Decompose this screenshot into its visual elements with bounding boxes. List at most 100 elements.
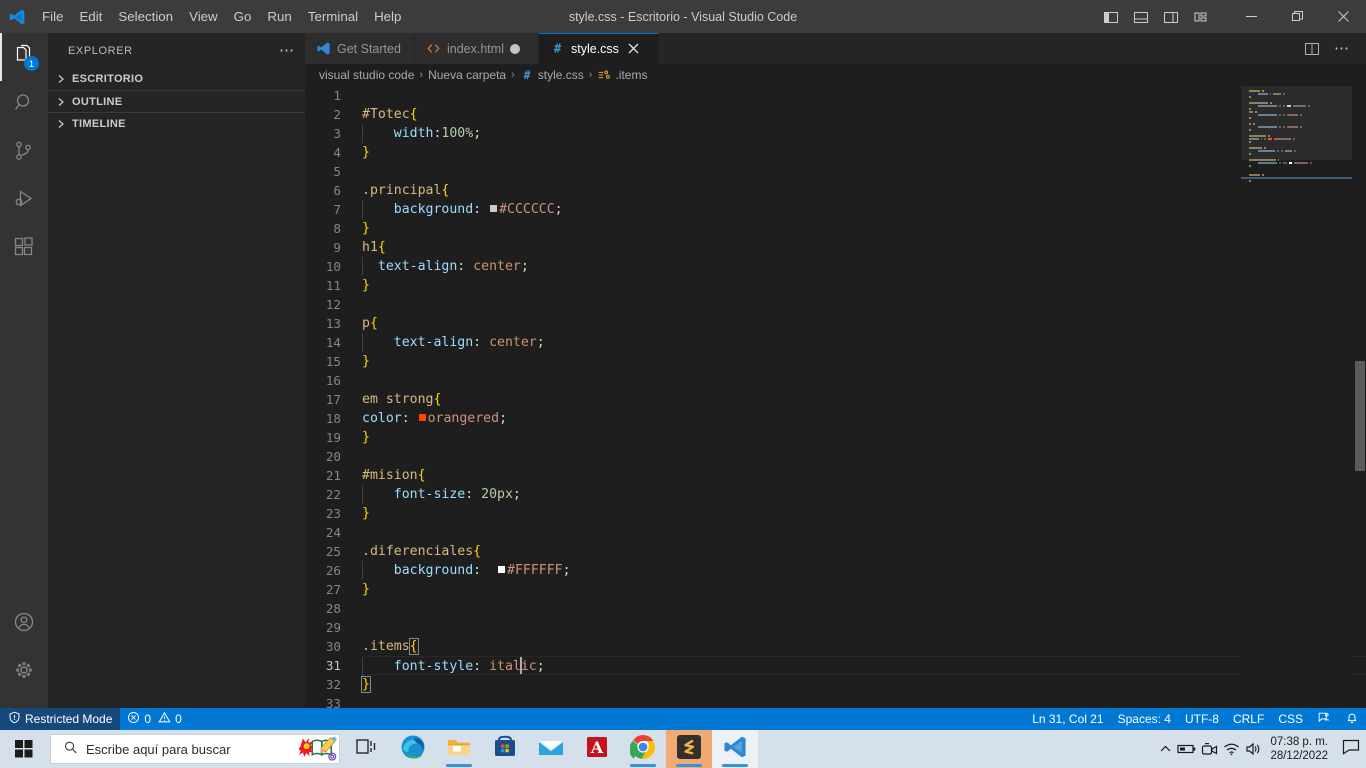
customize-layout-icon[interactable] [1186, 0, 1216, 33]
line-content[interactable]: } [362, 428, 1366, 447]
eol-setting[interactable]: CRLF [1226, 708, 1271, 730]
google-chrome-button[interactable] [620, 730, 666, 768]
code-line[interactable]: 17 em strong{ [305, 390, 1366, 409]
code-line[interactable]: 27} [305, 580, 1366, 599]
code-line[interactable]: 33 [305, 694, 1366, 708]
tab-style-css[interactable]: # style.css [539, 33, 659, 64]
code-line[interactable]: 10 text-align: center; [305, 257, 1366, 276]
code-line[interactable]: 31 font-style: italic; [305, 656, 1366, 676]
menu-view[interactable]: View [181, 0, 226, 33]
notifications-button[interactable] [1338, 708, 1366, 730]
visual-studio-code-button[interactable] [712, 730, 758, 768]
cursor-position[interactable]: Ln 31, Col 21 [1025, 708, 1110, 730]
code-line[interactable]: 11} [305, 276, 1366, 295]
status-badge[interactable]: Restricted Mode [0, 708, 121, 730]
line-content[interactable]: #Totec{ [362, 105, 1366, 124]
wifi-icon[interactable] [1220, 730, 1242, 768]
code-line[interactable]: 15} [305, 352, 1366, 371]
menu-file[interactable]: File [34, 0, 71, 33]
menu-edit[interactable]: Edit [71, 0, 110, 33]
code-line[interactable]: 5 [305, 162, 1366, 181]
sidebar-item-extensions[interactable] [0, 225, 48, 273]
code-line[interactable]: 20 [305, 447, 1366, 466]
microsoft-edge-button[interactable] [390, 730, 436, 768]
battery-icon[interactable] [1176, 730, 1198, 768]
code-line[interactable]: 8} [305, 219, 1366, 238]
line-content[interactable]: background: #CCCCCC; [362, 200, 1366, 219]
code-line[interactable]: 18 color: orangered; [305, 409, 1366, 428]
sidebar-item-run-debug[interactable] [0, 177, 48, 225]
code-line[interactable]: 2 #Totec{ [305, 105, 1366, 124]
line-content[interactable] [362, 162, 1366, 181]
menu-terminal[interactable]: Terminal [300, 0, 366, 33]
language-mode[interactable]: CSS [1271, 708, 1310, 730]
adobe-acrobat-button[interactable]: A [574, 730, 620, 768]
meet-now-icon[interactable] [1198, 730, 1220, 768]
color-swatch[interactable] [497, 564, 507, 574]
manage-settings-button[interactable] [0, 648, 48, 696]
sidebar-item-source-control[interactable] [0, 129, 48, 177]
sidebar-section-outline[interactable]: OUTLINE [48, 90, 305, 112]
line-content[interactable]: font-style: italic; [362, 656, 1366, 676]
file-explorer-button[interactable] [436, 730, 482, 768]
sidebar-section-timeline[interactable]: TIMELINE [48, 112, 305, 134]
close-icon[interactable] [625, 40, 643, 58]
menu-help[interactable]: Help [366, 0, 409, 33]
code-editor[interactable]: 1 2 #Totec{3 width:100%; 4} 5 6 .principal{7 b… [305, 86, 1366, 708]
action-center-button[interactable] [1336, 730, 1366, 768]
accounts-button[interactable] [0, 600, 48, 648]
tab-index-html[interactable]: index.html [415, 33, 539, 64]
microsoft-store-button[interactable] [482, 730, 528, 768]
code-line[interactable]: 32} [305, 675, 1366, 694]
problems-status[interactable]: 0 0 [120, 708, 188, 730]
breadcrumb-item-file[interactable]: # style.css [520, 68, 583, 82]
encoding-setting[interactable]: UTF-8 [1178, 708, 1226, 730]
task-view-button[interactable] [344, 730, 390, 768]
line-content[interactable]: } [362, 219, 1366, 238]
line-content[interactable]: em strong{ [362, 390, 1366, 409]
code-line[interactable]: 12 [305, 295, 1366, 314]
line-content[interactable]: text-align: center; [362, 257, 1366, 276]
code-line[interactable]: 23} [305, 504, 1366, 523]
ellipsis-icon[interactable]: ⋯ [279, 43, 295, 58]
paint-3d-icon[interactable] [299, 735, 339, 763]
code-line[interactable]: 21 #mision{ [305, 466, 1366, 485]
show-hidden-icons-button[interactable] [1154, 730, 1176, 768]
line-content[interactable]: } [362, 143, 1366, 162]
line-content[interactable]: } [361, 675, 1366, 694]
sidebar-item-search[interactable] [0, 81, 48, 129]
line-content[interactable] [362, 86, 1366, 105]
line-content[interactable]: text-align: center; [362, 333, 1366, 352]
minimap[interactable] [1241, 86, 1352, 708]
windows-start-icon[interactable] [0, 730, 48, 768]
line-content[interactable]: } [362, 580, 1366, 599]
code-line[interactable]: 22 font-size: 20px; [305, 485, 1366, 504]
code-line[interactable]: 28 [305, 599, 1366, 618]
line-content[interactable] [362, 618, 1366, 637]
split-editor-right-icon[interactable] [1298, 33, 1326, 64]
line-content[interactable]: } [362, 276, 1366, 295]
toggle-primary-sidebar-icon[interactable] [1096, 0, 1126, 33]
unsaved-indicator-icon[interactable] [509, 43, 520, 54]
speaker-icon[interactable] [1242, 730, 1264, 768]
breadcrumb-item-folder[interactable]: visual studio code [319, 68, 414, 82]
line-content[interactable] [362, 371, 1366, 390]
code-line[interactable]: 25 .diferenciales{ [305, 542, 1366, 561]
line-content[interactable]: .diferenciales{ [362, 542, 1366, 561]
line-content[interactable]: color: orangered; [362, 409, 1366, 428]
code-content[interactable]: 1 2 #Totec{3 width:100%; 4} 5 6 .principal{7 b… [305, 86, 1366, 708]
line-content[interactable]: font-size: 20px; [362, 485, 1366, 504]
code-line[interactable]: 1 [305, 86, 1366, 105]
code-line[interactable]: 16 [305, 371, 1366, 390]
code-line[interactable]: 13 p{ [305, 314, 1366, 333]
menu-go[interactable]: Go [226, 0, 260, 33]
breadcrumb-item-subfolder[interactable]: Nueva carpeta [428, 68, 506, 82]
minimize-button[interactable] [1228, 0, 1274, 33]
sidebar-section-escritorio[interactable]: ESCRITORIO [48, 68, 305, 90]
scrollbar-thumb[interactable] [1355, 361, 1365, 471]
close-button[interactable] [1320, 0, 1366, 33]
code-line[interactable]: 29 [305, 618, 1366, 637]
code-line[interactable]: 26 background: #FFFFFF; [305, 561, 1366, 580]
restore-button[interactable] [1274, 0, 1320, 33]
line-content[interactable]: background: #FFFFFF; [362, 561, 1366, 580]
